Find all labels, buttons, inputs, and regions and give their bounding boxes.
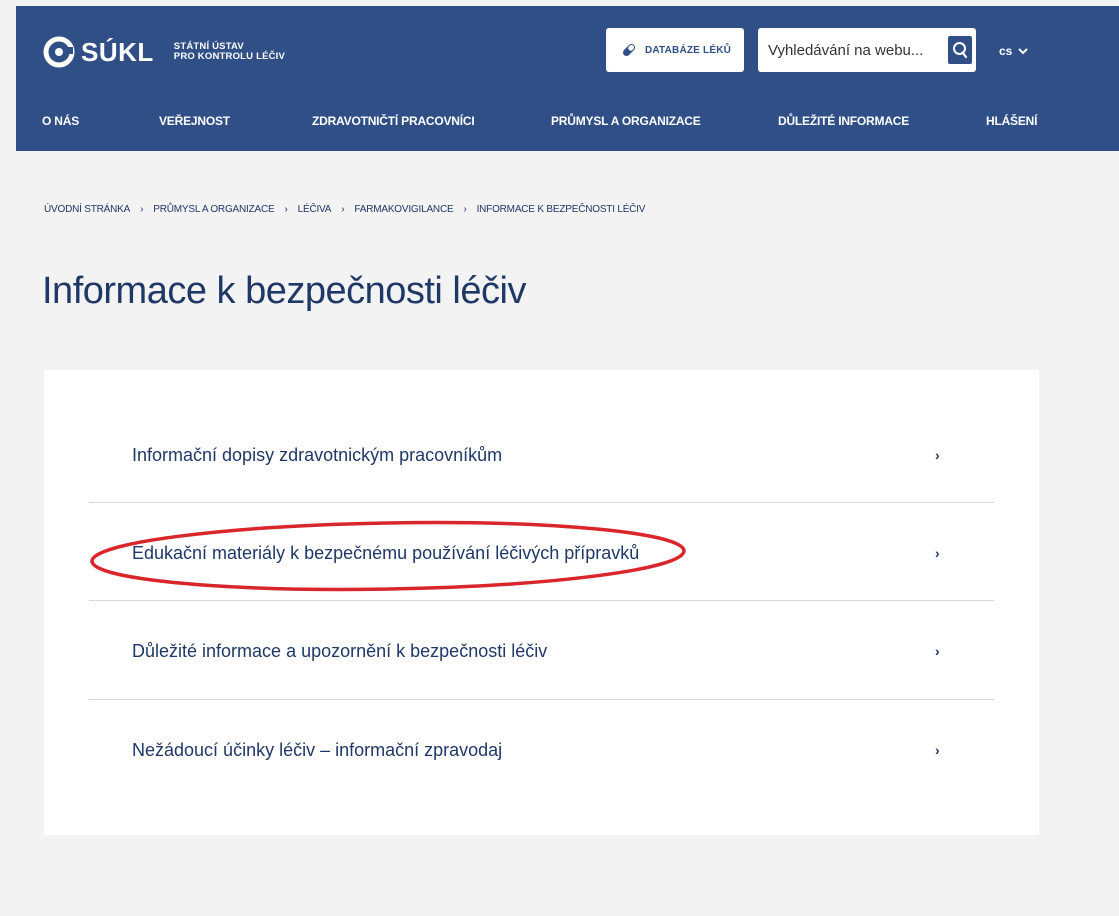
search-button[interactable] xyxy=(948,36,972,64)
highlight-ellipse xyxy=(90,520,686,592)
logo-text: SÚKL xyxy=(81,36,154,67)
language-selector[interactable]: cs xyxy=(999,44,1029,58)
breadcrumb-item-drugs[interactable]: LÉČIVA xyxy=(298,204,332,215)
chevron-right-icon: › xyxy=(935,643,940,659)
drug-database-label: DATABÁZE LÉKŮ xyxy=(644,44,732,56)
main-navigation: O NÁS VEŘEJNOST ZDRAVOTNIČTÍ PRACOVNÍCI … xyxy=(16,114,1119,136)
breadcrumb: ÚVODNÍ STRÁNKA › PRŮMYSL A ORGANIZACE › … xyxy=(44,204,645,215)
site-search xyxy=(758,28,976,72)
nav-item-verejnost[interactable]: VEŘEJNOST xyxy=(159,114,230,128)
divider xyxy=(89,502,994,503)
breadcrumb-item-home[interactable]: ÚVODNÍ STRÁNKA xyxy=(44,204,130,215)
breadcrumb-item-current: INFORMACE K BEZPEČNOSTI LÉČIV xyxy=(476,204,646,215)
site-logo[interactable]: SÚKL STÁTNÍ ÚSTAV PRO KONTROLU LÉČIV xyxy=(43,36,285,68)
divider xyxy=(89,600,994,601)
link-label: Důležité informace a upozornění k bezpeč… xyxy=(132,640,548,661)
search-icon xyxy=(953,42,968,59)
nav-item-o-nas[interactable]: O NÁS xyxy=(42,114,79,128)
link-item-adverse-effects-newsletter[interactable]: Nežádoucí účinky léčiv – informační zpra… xyxy=(89,701,994,799)
breadcrumb-separator: › xyxy=(284,204,288,215)
nav-item-dulezite-informace[interactable]: DŮLEŽITÉ INFORMACE xyxy=(778,114,909,128)
nav-item-zdravotnicti-pracovnici[interactable]: ZDRAVOTNIČTÍ PRACOVNÍCI xyxy=(312,114,475,128)
breadcrumb-separator: › xyxy=(463,204,467,215)
page-title: Informace k bezpečnosti léčiv xyxy=(42,270,526,312)
chevron-right-icon: › xyxy=(935,742,940,758)
divider xyxy=(89,699,994,700)
search-input[interactable] xyxy=(758,28,938,72)
logo-subtitle-line2: PRO KONTROLU LÉČIV xyxy=(173,51,286,62)
breadcrumb-item-pharmacovigilance[interactable]: FARMAKOVIGILANCE xyxy=(354,204,453,215)
sukl-logo-icon xyxy=(43,36,75,68)
breadcrumb-item-industry[interactable]: PRŮMYSL A ORGANIZACE xyxy=(153,204,274,215)
chevron-down-icon xyxy=(1018,47,1029,54)
link-label: Nežádoucí účinky léčiv – informační zpra… xyxy=(132,739,503,760)
link-label: Informační dopisy zdravotnickým pracovní… xyxy=(132,444,503,465)
breadcrumb-separator: › xyxy=(341,204,345,215)
links-card: Informační dopisy zdravotnickým pracovní… xyxy=(44,370,1039,835)
nav-item-hlaseni[interactable]: HLÁŠENÍ xyxy=(986,114,1037,128)
nav-item-prumysl-a-organizace[interactable]: PRŮMYSL A ORGANIZACE xyxy=(551,114,701,128)
logo-subtitle: STÁTNÍ ÚSTAV PRO KONTROLU LÉČIV xyxy=(174,42,285,62)
drug-database-button[interactable]: DATABÁZE LÉKŮ xyxy=(606,28,744,72)
link-item-important-information[interactable]: Důležité informace a upozornění k bezpeč… xyxy=(89,602,994,700)
language-label: cs xyxy=(999,44,1013,58)
pill-icon xyxy=(622,44,635,56)
site-header: SÚKL STÁTNÍ ÚSTAV PRO KONTROLU LÉČIV DAT… xyxy=(16,6,1119,151)
link-item-information-letters[interactable]: Informační dopisy zdravotnickým pracovní… xyxy=(89,406,994,504)
breadcrumb-separator: › xyxy=(140,204,144,215)
chevron-right-icon: › xyxy=(935,545,940,561)
chevron-right-icon: › xyxy=(935,447,940,463)
